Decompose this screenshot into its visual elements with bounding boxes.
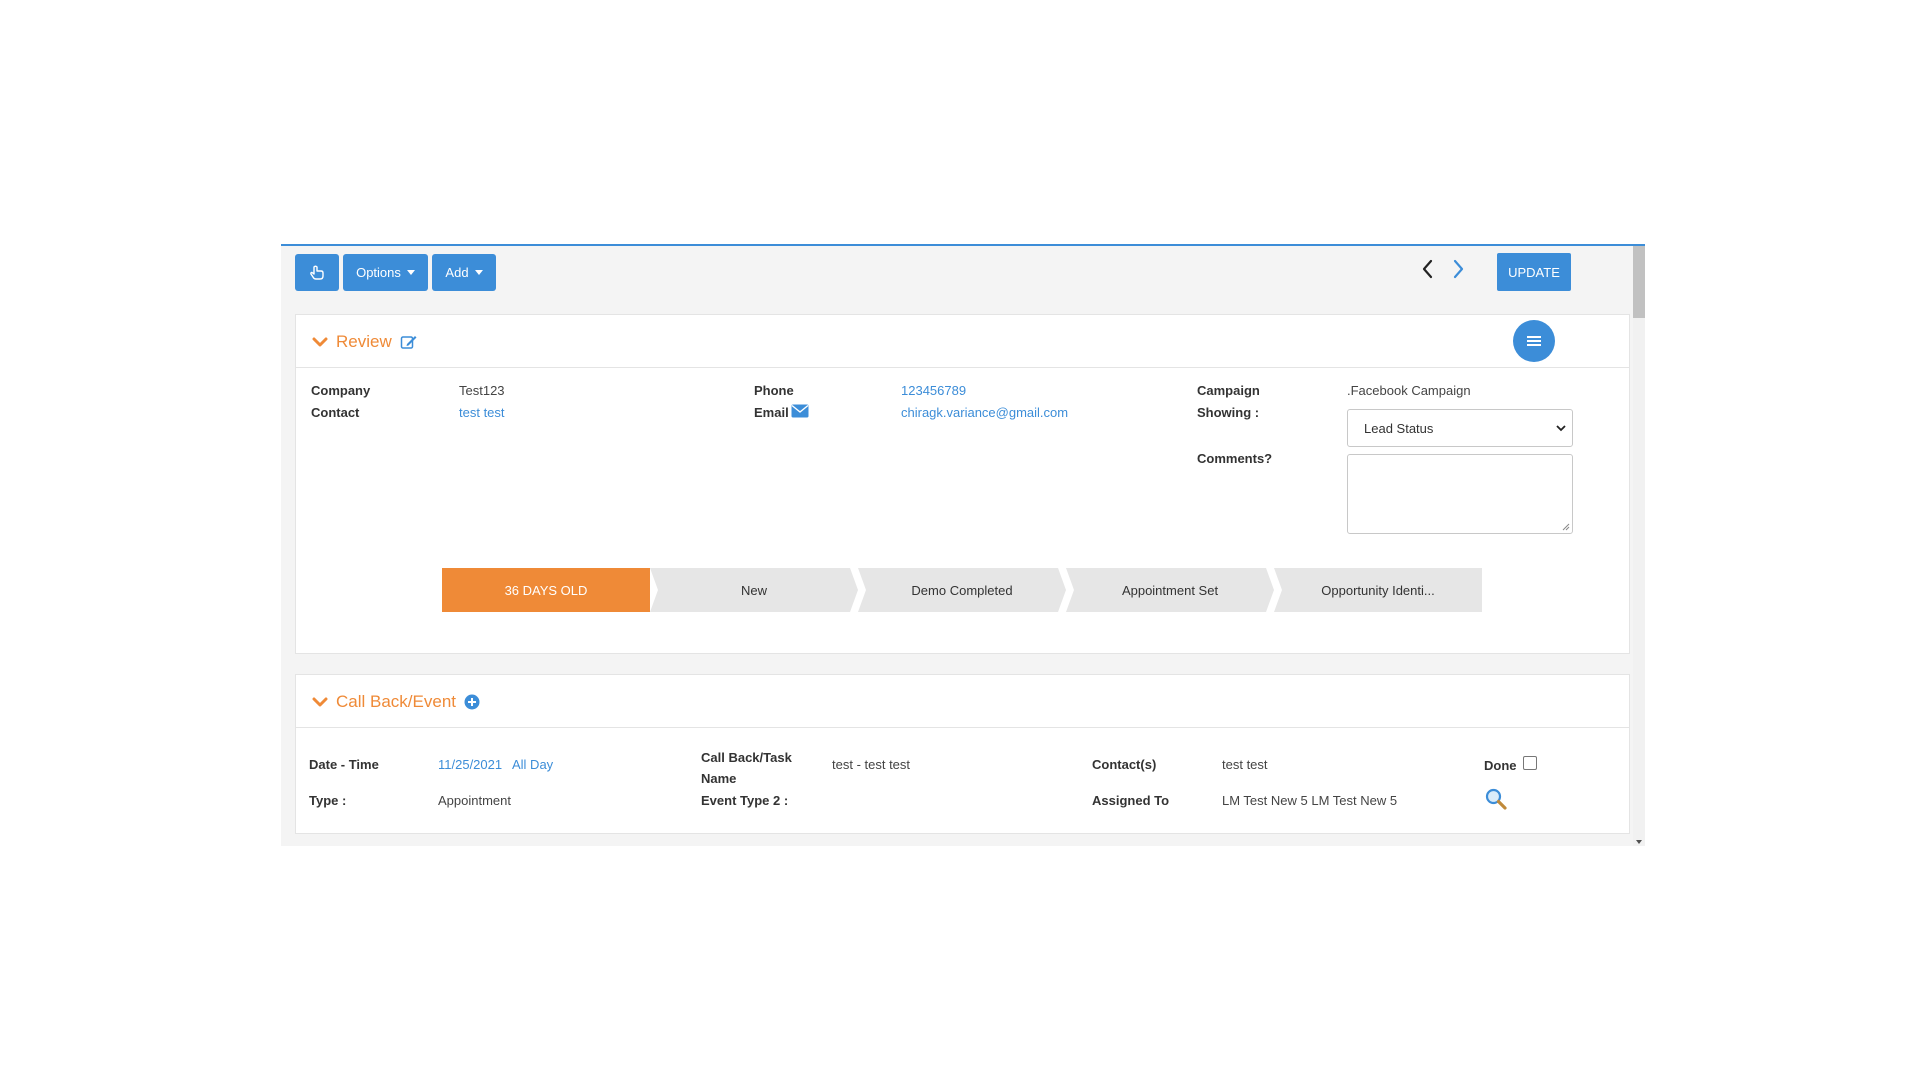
contact-label: Contact xyxy=(311,405,360,420)
chevron-left-icon xyxy=(1422,259,1433,279)
chevron-down-icon[interactable] xyxy=(312,335,328,349)
type-label: Type : xyxy=(309,793,347,808)
caret-down-icon xyxy=(406,270,415,275)
phone-link[interactable]: 123456789 xyxy=(901,383,966,398)
assigned-to-value: LM Test New 5 LM Test New 5 xyxy=(1222,793,1398,808)
scrollbar-thumb[interactable] xyxy=(1633,246,1645,318)
add-dropdown-button[interactable]: Add xyxy=(432,254,496,291)
review-panel: Review Company Test123 Contact test test… xyxy=(295,314,1630,654)
chevron-down-icon[interactable] xyxy=(312,695,328,709)
type-value: Appointment xyxy=(438,793,511,808)
comments-label: Comments? xyxy=(1197,451,1273,466)
options-label: Options xyxy=(356,265,401,280)
comments-textarea[interactable] xyxy=(1347,454,1573,534)
stage-demo-completed[interactable]: Demo Completed xyxy=(858,568,1066,612)
resize-handle-icon[interactable] xyxy=(1562,523,1570,531)
contact-link[interactable]: test test xyxy=(459,405,505,420)
review-body: Company Test123 Contact test test Phone … xyxy=(296,367,1629,653)
phone-label: Phone xyxy=(754,383,794,398)
task-name-label: Call Back/Task Name xyxy=(701,750,792,786)
callback-panel-header: Call Back/Event xyxy=(296,675,1629,728)
edit-icon[interactable] xyxy=(400,334,418,350)
campaign-value: .Facebook Campaign xyxy=(1347,383,1471,398)
event-type-label: Event Type 2 : xyxy=(701,793,789,808)
review-panel-header: Review xyxy=(296,315,1629,368)
contacts-value: test test xyxy=(1222,757,1268,772)
date-link[interactable]: 11/25/2021 xyxy=(438,757,502,772)
review-menu-button[interactable] xyxy=(1513,320,1555,362)
plus-circle-icon[interactable] xyxy=(464,694,480,710)
date-time-label: Date - Time xyxy=(309,757,379,772)
done-checkbox[interactable] xyxy=(1523,756,1537,770)
caret-down-icon xyxy=(474,270,483,275)
email-link[interactable]: chiragk.variance@gmail.com xyxy=(901,405,1068,420)
chevron-down-icon xyxy=(1556,425,1566,432)
all-day-link[interactable]: All Day xyxy=(512,757,553,772)
toolbar: Options Add xyxy=(295,254,496,292)
stage-opportunity-identified[interactable]: Opportunity Identi... xyxy=(1274,568,1482,612)
next-record-button[interactable] xyxy=(1449,258,1467,285)
review-title: Review xyxy=(312,332,418,352)
campaign-label: Campaign xyxy=(1197,383,1260,398)
update-button[interactable]: UPDATE xyxy=(1497,253,1571,291)
options-dropdown-button[interactable]: Options xyxy=(343,254,428,291)
stage-age-badge: 36 DAYS OLD xyxy=(442,568,650,612)
callback-title: Call Back/Event xyxy=(312,692,480,712)
company-value: Test123 xyxy=(459,383,505,398)
email-label: Email xyxy=(754,405,789,420)
lead-status-value: Lead Status xyxy=(1364,420,1434,436)
task-name-value: test - test test xyxy=(832,757,911,772)
add-label: Add xyxy=(445,265,469,280)
hand-pointer-icon xyxy=(310,265,324,280)
search-icon[interactable] xyxy=(1484,787,1508,811)
done-label: Done xyxy=(1484,758,1517,773)
callback-body: Date - Time 11/25/2021 All Day Call Back… xyxy=(296,727,1629,833)
vertical-scrollbar[interactable] xyxy=(1633,246,1645,846)
envelope-icon[interactable] xyxy=(791,404,809,418)
lead-status-select[interactable]: Lead Status xyxy=(1347,409,1573,447)
company-label: Company xyxy=(311,383,371,398)
chevron-right-icon xyxy=(1453,259,1464,279)
showing-label: Showing : xyxy=(1197,405,1260,420)
stage-appointment-set[interactable]: Appointment Set xyxy=(1066,568,1274,612)
stage-new[interactable]: New xyxy=(650,568,858,612)
review-title-text: Review xyxy=(336,332,392,351)
record-window: Options Add UPDATE Review Company Test12… xyxy=(281,244,1645,846)
callback-panel: Call Back/Event Date - Time 11/25/2021 A… xyxy=(295,674,1630,834)
callback-title-text: Call Back/Event xyxy=(336,692,456,711)
pointer-button[interactable] xyxy=(295,254,339,291)
contacts-label: Contact(s) xyxy=(1092,757,1157,772)
assigned-to-label: Assigned To xyxy=(1092,793,1170,808)
scroll-down-arrow-icon[interactable] xyxy=(1636,840,1642,844)
record-navigation xyxy=(1419,258,1467,285)
lead-stage-progress: 36 DAYS OLD New Demo Completed Appointme… xyxy=(442,568,1482,612)
menu-icon xyxy=(1527,336,1541,346)
previous-record-button[interactable] xyxy=(1419,258,1437,285)
